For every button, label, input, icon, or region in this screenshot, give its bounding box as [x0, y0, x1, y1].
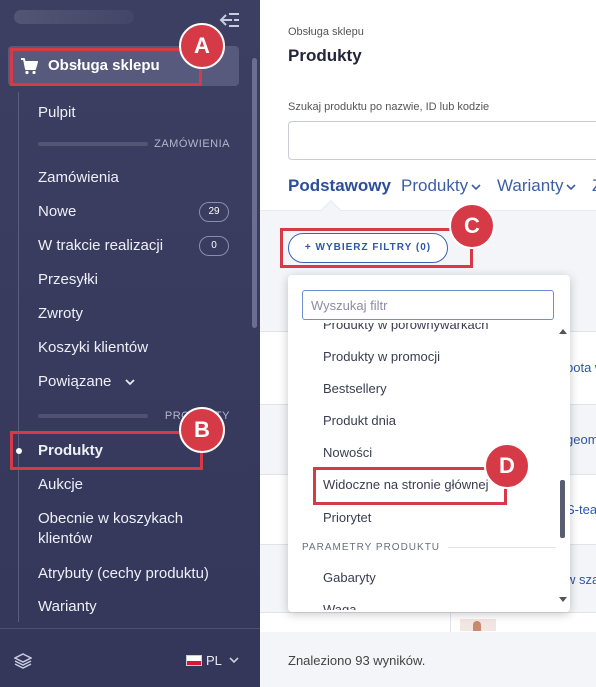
filter-option-bestsellers[interactable]: Bestsellery [323, 381, 387, 396]
product-name-link[interactable]: S-tean [566, 502, 596, 517]
dropdown-scrollbar-thumb[interactable] [560, 480, 565, 538]
filter-option-promotion[interactable]: Produkty w promocji [323, 349, 440, 364]
new-count-badge: 29 [199, 202, 229, 222]
callout-box-c [280, 228, 473, 268]
divider-orders: ZAMÓWIENIA [154, 138, 230, 150]
sidebar-item-auctions[interactable]: Aukcje [38, 476, 83, 493]
filter-option-weight[interactable]: Waga [323, 602, 356, 610]
flag-pl-icon [186, 655, 202, 666]
in-progress-count-badge: 0 [199, 236, 229, 256]
chevron-down-icon [566, 183, 577, 190]
product-search-input[interactable] [288, 121, 596, 160]
filter-option-product-of-day[interactable]: Produkt dnia [323, 413, 396, 428]
product-thumbnail [460, 619, 496, 631]
callout-box-a [10, 48, 202, 86]
chevron-down-icon [124, 379, 135, 386]
sidebar-item-in-carts[interactable]: Obecnie w koszykach [38, 510, 183, 527]
sidebar-item-attributes[interactable]: Atrybuty (cechy produktu) [38, 565, 209, 582]
sidebar-item-pulpit[interactable]: Pulpit [38, 104, 76, 121]
chevron-down-icon [471, 183, 481, 190]
callout-badge-a: A [179, 23, 225, 69]
tab-variants[interactable]: Warianty [497, 176, 577, 196]
language-code: PL [206, 653, 222, 668]
logo [14, 10, 134, 24]
tab-products-label: Produkty [401, 176, 469, 195]
sidebar-item-related[interactable]: Powiązane [38, 373, 136, 390]
sidebar-scrollbar[interactable] [252, 58, 257, 328]
results-count: Znaleziono 93 wyników. [288, 653, 426, 668]
callout-box-d [313, 467, 507, 505]
tab-products[interactable]: Produkty [401, 176, 482, 196]
sidebar-item-related-label: Powiązane [38, 373, 112, 390]
filter-search-input[interactable] [302, 290, 554, 320]
table-row[interactable] [260, 612, 596, 632]
product-name-link[interactable]: bota w [566, 360, 596, 375]
sidebar-item-in-carts-line2[interactable]: klientów [38, 530, 92, 547]
divider-bar [38, 414, 148, 418]
callout-box-b [10, 431, 203, 470]
tab-more[interactable]: Z [592, 176, 596, 196]
callout-badge-d: D [484, 443, 530, 489]
divider-bar [38, 142, 148, 146]
scroll-down-icon[interactable] [559, 597, 567, 603]
sidebar-item-orders[interactable]: Zamówienia [38, 169, 119, 186]
language-selector[interactable]: PL [186, 653, 246, 669]
breadcrumb[interactable]: Obsługa sklepu [288, 26, 364, 38]
main-content: Obsługa sklepu Produkty Szukaj produktu … [260, 0, 596, 687]
row-separator [260, 612, 596, 613]
group-separator [448, 547, 556, 548]
sidebar-item-returns[interactable]: Zwroty [38, 305, 83, 322]
product-name-link[interactable]: geom [566, 432, 596, 447]
scroll-up-icon[interactable] [559, 328, 567, 334]
filters-dropdown: Produkty w porównywarkach Produkty w pro… [288, 275, 570, 612]
tab-variants-label: Warianty [497, 176, 564, 195]
filter-option-comparison[interactable]: Produkty w porównywarkach [323, 323, 488, 332]
product-name-link[interactable]: w sza [566, 572, 596, 587]
sidebar-tree-line [18, 92, 19, 622]
tab-basic[interactable]: Podstawowy [288, 176, 391, 196]
layers-icon[interactable] [14, 653, 32, 669]
sidebar: Obsługa sklepu Pulpit ZAMÓWIENIA Zamówie… [0, 0, 260, 687]
sidebar-item-carts[interactable]: Koszyki klientów [38, 339, 148, 356]
filter-option-priority[interactable]: Priorytet [323, 510, 371, 525]
sidebar-item-in-progress[interactable]: W trakcie realizacji [38, 237, 163, 254]
callout-badge-b: B [179, 407, 225, 453]
filter-option-dimensions[interactable]: Gabaryty [323, 570, 376, 585]
callout-badge-c: C [449, 203, 495, 249]
chevron-down-icon [229, 657, 239, 664]
search-label: Szukaj produktu po nazwie, ID lub kodzie [288, 101, 490, 113]
sidebar-item-shipments[interactable]: Przesyłki [38, 271, 98, 288]
sidebar-footer: PL [0, 628, 260, 687]
sidebar-item-new[interactable]: Nowe [38, 203, 76, 220]
page-title: Produkty [288, 46, 362, 65]
filter-option-new[interactable]: Nowości [323, 445, 372, 460]
sidebar-item-variants[interactable]: Warianty [38, 598, 97, 615]
filter-group-header: PARAMETRY PRODUKTU [302, 542, 441, 553]
tabs-underline [260, 210, 596, 211]
collapse-sidebar-icon[interactable] [218, 10, 240, 30]
